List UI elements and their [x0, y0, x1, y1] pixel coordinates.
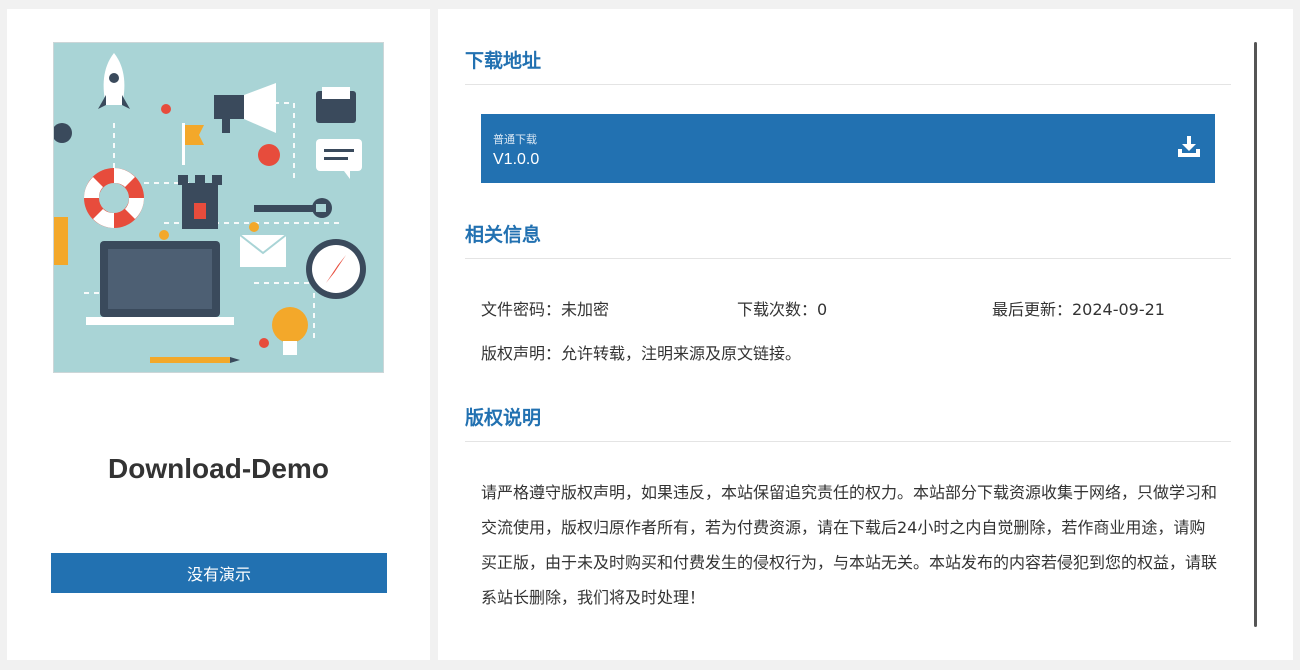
file-password: 文件密码：未加密 — [481, 300, 610, 319]
section-title-download: 下载地址 — [465, 46, 1231, 85]
hourglass-icon — [54, 217, 68, 265]
circle-decoration — [258, 144, 280, 166]
product-cover-image — [53, 42, 384, 373]
download-type-label: 普通下载 — [493, 133, 537, 146]
chess-tower-icon — [178, 175, 222, 229]
download-details-panel: 下载地址 普通下载 V1.0.0 相关信息 文件密码：未加密 下载次数：0 最后… — [438, 9, 1293, 660]
section-title-info: 相关信息 — [465, 220, 1231, 259]
product-sidebar: Download-Demo 没有演示 — [7, 9, 430, 660]
scrollbar[interactable] — [1254, 42, 1257, 627]
last-update: 最后更新：2024-09-21 — [992, 300, 1165, 319]
compass-icon — [306, 239, 366, 299]
section-title-copyright: 版权说明 — [465, 403, 1231, 442]
product-title: Download-Demo — [108, 453, 329, 484]
flat-icons-illustration — [54, 43, 383, 372]
typewriter-icon — [316, 87, 356, 123]
copyright-statement: 版权声明：允许转载，注明来源及原文链接。 — [481, 344, 802, 363]
laptop-icon — [86, 241, 234, 325]
download-version: V1.0.0 — [493, 151, 540, 168]
download-count: 下载次数：0 — [737, 300, 828, 319]
copyright-description: 请严格遵守版权声明，如果违反，本站保留追究责任的权力。本站部分下载资源收集于网络… — [481, 483, 1218, 607]
demo-button[interactable]: 没有演示 — [51, 553, 387, 593]
lifebuoy-icon — [84, 168, 144, 228]
envelope-icon — [239, 234, 287, 267]
download-link-card[interactable]: 普通下载 V1.0.0 — [481, 114, 1215, 183]
download-tray-icon[interactable] — [1176, 134, 1202, 160]
pencil-icon — [150, 357, 240, 363]
